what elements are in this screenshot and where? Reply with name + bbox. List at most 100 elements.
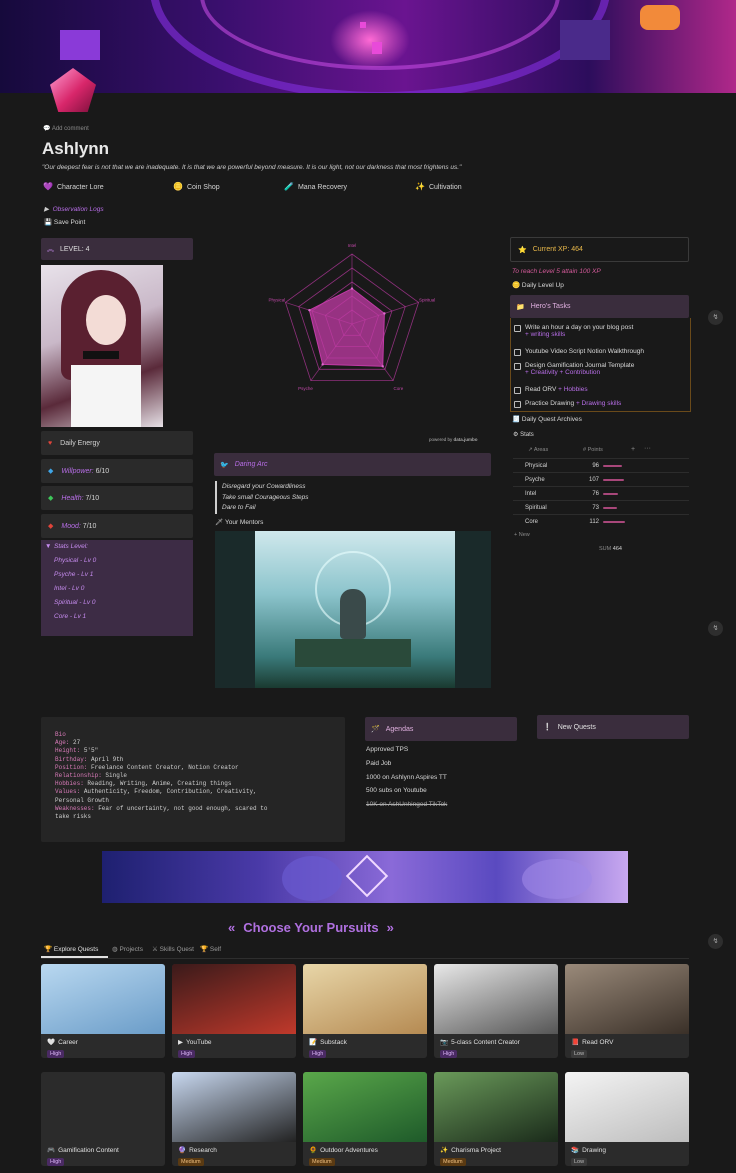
bio-line: Position: Freelance Content Creator, Not… (55, 764, 331, 772)
checkbox[interactable] (514, 349, 521, 356)
bio-lines: Age: 27 Height: 5'5" Birthday: April 9th Po… (55, 739, 331, 821)
stat-value: 6/10 (93, 467, 110, 475)
quest-card[interactable]: 📷 5-class Content Creator High (434, 964, 558, 1058)
priority-tag: High (309, 1050, 327, 1058)
quest-card[interactable]: 📚 Drawing Low (565, 1072, 689, 1166)
tab-skills-quest[interactable]: ⚔ Skills Quest (152, 945, 194, 953)
daring-arc-lines: Disregard your Cowardliness Take small C… (222, 482, 308, 514)
stats-row[interactable]: Core 112 (513, 514, 689, 528)
nav-character-lore[interactable]: 💜 Character Lore (43, 183, 104, 191)
tabs-divider (41, 958, 689, 959)
coin-icon: 🪙 (512, 282, 521, 289)
cover-pixel (560, 20, 610, 60)
tab-projects[interactable]: ◍ Projects (112, 945, 143, 953)
image-tree-left (215, 531, 255, 688)
coin-icon: 🪙 (173, 182, 183, 191)
arc-line: Disregard your Cowardliness (222, 483, 306, 490)
priority-tag: Medium (440, 1158, 466, 1166)
quest-card-icon: 🌻 (309, 1147, 318, 1154)
bio-value: 5'5" (80, 747, 99, 755)
task-item[interactable]: Design Gamification Journal Template + Cr… (514, 362, 634, 376)
radar-point (321, 363, 324, 366)
new-row-button[interactable]: + New (514, 532, 530, 538)
quest-card-cover (172, 964, 296, 1034)
cover-banner (0, 0, 736, 93)
bio-key: Relationship: (55, 772, 102, 780)
quest-card-icon: 📝 (309, 1039, 318, 1046)
quest-card[interactable]: 🎮 Gamification Content High (41, 1072, 165, 1166)
stats-row[interactable]: Intel 76 (513, 486, 689, 500)
stats-area: Core (525, 518, 539, 525)
quest-card-icon: 🔮 (178, 1147, 187, 1154)
checkbox[interactable] (514, 401, 521, 408)
task-item[interactable]: Youtube Video Script Notion Walkthrough (514, 348, 644, 356)
nav-coin-shop[interactable]: 🪙 Coin Shop (173, 183, 220, 191)
radar-axis-label: Core (394, 386, 404, 391)
quest-card[interactable]: ▶ YouTube High (172, 964, 296, 1058)
new-quests-header[interactable]: ❕ New Quests (537, 715, 689, 739)
nav-label: Coin Shop (186, 183, 220, 191)
bio-line: Relationship: Single (55, 772, 331, 780)
quest-card[interactable]: 🔮 Research Medium (172, 1072, 296, 1166)
toggle-observation-logs[interactable]: ▶ Observation Logs (44, 205, 104, 213)
priority-tag: Low (571, 1050, 588, 1058)
comment-float-button[interactable]: ↯ (708, 934, 723, 949)
daily-quest-archives-link[interactable]: 🧾 Daily Quest Archives (512, 415, 582, 423)
priority-tag: Medium (309, 1158, 335, 1166)
bio-value: Freelance Content Creator, Notion Creato… (87, 763, 239, 771)
arc-line: Dare to Fail (222, 504, 256, 511)
quest-card-cover (565, 964, 689, 1034)
quest-card-title-text: YouTube (186, 1039, 212, 1046)
checkbox[interactable] (514, 387, 521, 394)
stat-label: Mood: (61, 522, 81, 530)
quest-card[interactable]: ✨ Charisma Project Medium (434, 1072, 558, 1166)
stat-value: 7/10 (83, 494, 100, 502)
comment-float-button[interactable]: ↯ (708, 621, 723, 636)
sword-icon: 🗡 (215, 519, 224, 526)
stats-row[interactable]: Physical 96 (513, 458, 689, 472)
quest-card[interactable]: 🤍 Career High (41, 964, 165, 1058)
tab-label: Skills Quest (159, 946, 194, 953)
stats-row[interactable]: Spiritual 73 (513, 500, 689, 514)
quest-card[interactable]: 📝 Substack High (303, 964, 427, 1058)
stats-level-toggle[interactable]: ▼ Stats Level: Physical - Lv 0 Psyche - … (41, 540, 193, 636)
level-header: ︽ LEVEL: 4 (41, 238, 193, 260)
pursuits-heading: « Choose Your Pursuits » (228, 920, 394, 935)
checkbox[interactable] (514, 325, 521, 332)
quest-card-icon: 📕 (571, 1039, 580, 1046)
quest-card-icon: ✨ (440, 1147, 449, 1154)
stats-row[interactable]: Psyche 107 (513, 472, 689, 486)
daring-arc-title: Daring Arc (234, 461, 268, 468)
add-property-button[interactable]: + (631, 446, 635, 453)
more-options-icon[interactable]: ··· (644, 445, 651, 452)
bio-value: take risks (55, 813, 92, 821)
cover-glow (330, 10, 410, 70)
stats-points: 112 (589, 518, 599, 525)
save-point-link[interactable]: 💾 Save Point (44, 218, 85, 226)
your-mentors-link[interactable]: 🗡 Your Mentors (215, 518, 263, 526)
checkbox[interactable] (514, 363, 521, 370)
task-item[interactable]: Read ORV + Hobbies (514, 386, 588, 394)
priority-tag: High (440, 1050, 458, 1058)
daily-level-up-link[interactable]: 🪙 Daily Level Up (512, 281, 564, 289)
quest-card[interactable]: 📕 Read ORV Low (565, 964, 689, 1058)
tab-self[interactable]: 🏆 Self (200, 945, 221, 953)
quote-bar (215, 481, 217, 514)
comment-float-button[interactable]: ↯ (708, 310, 723, 325)
crossed-swords-icon: ⚔ (152, 946, 158, 953)
image-tree-right (455, 531, 491, 688)
nav-mana-recovery[interactable]: 🧪 Mana Recovery (284, 183, 347, 191)
nav-cultivation[interactable]: ✨ Cultivation (415, 183, 462, 191)
bio-value: Authenticity, Freedom, Contribution, Cre… (80, 788, 257, 796)
quest-card-title: 🌻 Outdoor Adventures (309, 1146, 378, 1154)
tab-explore-quests[interactable]: 🏆 Explore Quests (44, 945, 98, 953)
task-item[interactable]: Write an hour a day on your blog post + w… (514, 324, 633, 338)
bio-value: Fear of uncertainty, not good enough, sc… (94, 804, 268, 812)
task-item[interactable]: Practice Drawing + Drawing skills (514, 400, 621, 408)
add-comment-button[interactable]: 💬 Add comment (43, 125, 89, 132)
quest-card[interactable]: 🌻 Outdoor Adventures Medium (303, 1072, 427, 1166)
quest-card-icon: 🤍 (47, 1039, 56, 1046)
priority-tag: Medium (178, 1158, 204, 1166)
trophy-icon: 🏆 (200, 946, 209, 953)
cover-pixel (360, 22, 366, 28)
